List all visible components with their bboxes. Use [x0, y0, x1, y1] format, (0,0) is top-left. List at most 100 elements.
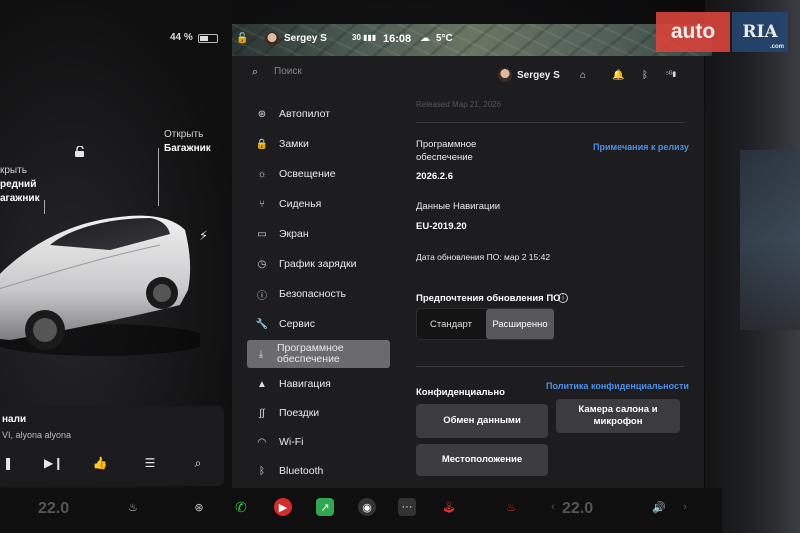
signal-icon: 30 ▮▮▮	[352, 33, 377, 42]
rear-trunk-label[interactable]: Открыть Багажник	[164, 128, 211, 156]
display-icon: ▭	[257, 228, 267, 240]
menu-item-lighting[interactable]: ☼ Освещение	[247, 160, 390, 188]
menu-item-software[interactable]: ⤓ Программное обеспечение	[247, 340, 390, 368]
trips-icon: ∫∫	[259, 407, 265, 419]
faded-release-text: Released Мар 21, 2026	[416, 100, 502, 109]
pref-option-standard[interactable]: Стандарт	[417, 309, 485, 339]
garage-icon[interactable]: ⌂	[580, 70, 586, 81]
clock-icon: ◷	[257, 258, 267, 270]
nav-data-version: EU-2019.20	[416, 221, 467, 232]
nav-data-label: Данные Навигации	[416, 201, 501, 212]
top-user-name[interactable]: Sergey S	[284, 33, 327, 44]
media-app-icon[interactable]: ▶	[274, 498, 292, 516]
thumbs-up-icon[interactable]: 👍	[92, 456, 108, 470]
profile-avatar[interactable]	[498, 68, 512, 82]
battery-percent: 44 %	[170, 32, 193, 43]
more-apps-icon[interactable]: ···	[398, 498, 416, 516]
cabin-camera-button[interactable]: Камера салона и микрофон	[556, 399, 680, 433]
location-button[interactable]: Местоположение	[416, 444, 548, 476]
rear-trunk-label-line2: Багажник	[164, 143, 211, 154]
play-pause-icon[interactable]: ❚	[0, 456, 16, 470]
menu-item-label: Освещение	[279, 168, 336, 180]
menu-item-label: Сиденья	[279, 198, 322, 210]
next-track-icon[interactable]: ▶❙	[44, 456, 63, 470]
lte-icon: ⁵ᴳ▮	[666, 71, 677, 78]
info-icon[interactable]: i	[558, 293, 568, 303]
profile-name[interactable]: Sergey S	[517, 70, 560, 81]
driver-temp[interactable]: 22.0	[38, 500, 69, 518]
wrench-icon: 🔧	[255, 318, 269, 330]
menu-item-navigation[interactable]: ▲ Навигация	[247, 370, 390, 398]
passenger-temp[interactable]: 22.0	[562, 500, 593, 518]
car-model-image	[0, 215, 200, 356]
release-notes-link[interactable]: Примечания к релизу	[593, 142, 689, 152]
menu-item-wifi[interactable]: ◠ Wi-Fi	[247, 428, 390, 456]
menu-item-label: График зарядки	[279, 258, 357, 270]
menu-item-locks[interactable]: 🔒 Замки	[247, 130, 390, 158]
data-sharing-button[interactable]: Обмен данными	[416, 404, 548, 438]
menu-item-safety[interactable]: ⓘ Безопасность	[247, 280, 390, 308]
clock: 16:08	[383, 33, 412, 45]
menu-item-trips[interactable]: ∫∫ Поездки	[247, 399, 390, 427]
media-player[interactable]: нали VI, alyona alyona ❚ ▶❙ 👍 ☰ ⌕	[0, 406, 224, 486]
bluetooth-status-icon[interactable]: ᛒ	[642, 70, 648, 81]
battery-icon	[198, 34, 218, 43]
phone-icon[interactable]: ✆	[232, 498, 250, 516]
user-avatar-top[interactable]	[265, 32, 279, 46]
menu-item-label: Программное обеспечение	[276, 342, 344, 365]
unlock-icon[interactable]	[74, 146, 86, 158]
equalizer-icon[interactable]: ☰	[142, 456, 158, 470]
update-preference-selector[interactable]: Стандарт Расширенно	[416, 308, 554, 340]
privacy-label: Конфиденциально	[416, 387, 505, 398]
media-search-icon[interactable]: ⌕	[190, 456, 206, 471]
front-trunk-label-line1: крыть	[0, 165, 27, 176]
watermark-ria-text: RIA	[742, 22, 778, 42]
lock-status-icon[interactable]: 🔓	[236, 33, 248, 44]
charge-port-icon[interactable]: ⚡	[199, 228, 208, 244]
seat-heater-icon[interactable]: ♨	[124, 498, 142, 516]
bluetooth-icon: ᛒ	[259, 465, 265, 477]
menu-item-label: Сервис	[279, 318, 315, 330]
divider	[416, 122, 684, 123]
watermark-ria: RIA .com	[732, 12, 788, 52]
bell-icon[interactable]: 🔔	[612, 70, 624, 81]
pref-option-advanced[interactable]: Расширенно	[486, 309, 554, 339]
menu-item-charging-schedule[interactable]: ◷ График зарядки	[247, 250, 390, 278]
search-icon[interactable]: ⌕	[252, 66, 258, 79]
menu-item-bluetooth[interactable]: ᛒ Bluetooth	[247, 457, 390, 485]
media-track-title: нали	[2, 414, 27, 425]
steering-heater-icon[interactable]: ⊛	[190, 498, 208, 516]
menu-item-label: Bluetooth	[279, 465, 324, 477]
menu-item-seats[interactable]: ⑂ Сиденья	[247, 190, 390, 218]
privacy-policy-link[interactable]: Политика конфиденциальности	[546, 381, 689, 391]
camera-app-icon[interactable]: ◉	[358, 498, 376, 516]
menu-item-display[interactable]: ▭ Экран	[247, 220, 390, 248]
menu-item-autopilot[interactable]: ⊛ Автопилот	[247, 100, 390, 128]
weather-icon: ☁	[420, 33, 430, 44]
software-label: Программное обеспечение	[416, 139, 477, 163]
seat-icon: ⑂	[259, 198, 265, 210]
arcade-icon[interactable]: 🕹	[440, 498, 458, 516]
outside-temp: 5°C	[436, 33, 453, 44]
wifi-icon: ◠	[257, 436, 267, 448]
photo-background: 44 % крыть редний агажник Открыть Багажн…	[0, 0, 800, 533]
menu-item-service[interactable]: 🔧 Сервис	[247, 310, 390, 338]
search-input[interactable]: Поиск	[274, 66, 302, 77]
update-date: Дата обновления ПО: мар 2 15:42	[416, 252, 551, 262]
menu-item-label: Безопасность	[279, 288, 346, 300]
volume-icon[interactable]: 🔊	[650, 498, 668, 516]
chevron-left-icon[interactable]: ‹	[544, 498, 562, 516]
passenger-seat-heater-icon[interactable]: ♨	[502, 498, 520, 516]
lock-icon: 🔒	[255, 138, 269, 150]
menu-item-label: Wi-Fi	[279, 436, 304, 448]
tesla-screen: 44 % крыть редний агажник Открыть Багажн…	[0, 0, 722, 533]
front-trunk-label-line2: редний	[0, 179, 37, 190]
energy-app-icon[interactable]: ↗	[316, 498, 334, 516]
autoria-watermark: auto RIA .com	[656, 12, 788, 52]
sun-icon: ☼	[257, 168, 267, 180]
download-icon: ⤓	[258, 348, 264, 360]
info-circle-icon: ⓘ	[257, 290, 267, 302]
menu-item-label: Замки	[279, 138, 309, 150]
chevron-right-icon[interactable]: ›	[676, 498, 694, 516]
navigation-icon: ▲	[257, 378, 267, 390]
